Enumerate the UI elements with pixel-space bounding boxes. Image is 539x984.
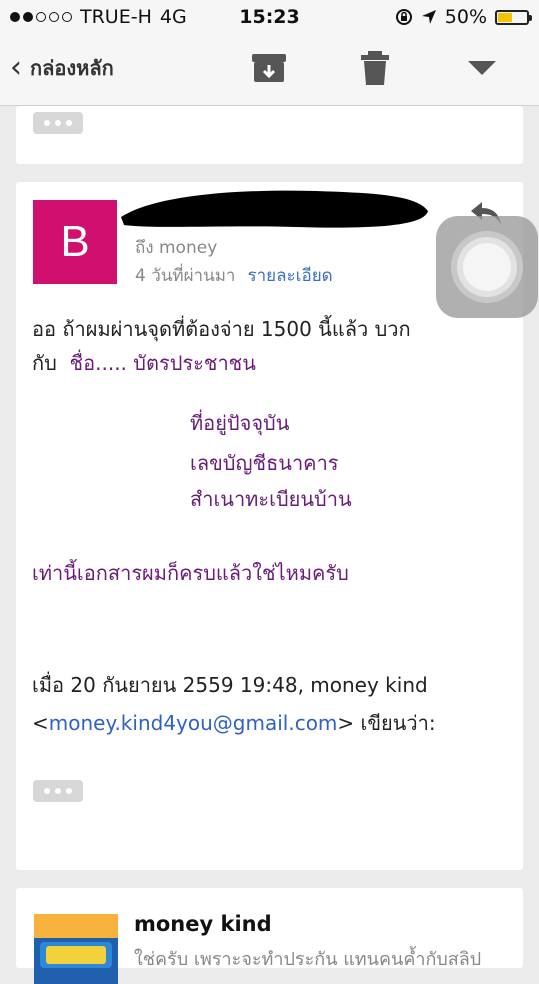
chevron-left-icon: ‹	[10, 50, 22, 85]
battery-percent: 50%	[444, 6, 487, 28]
message-closing: เท่านี้เอกสารผมก็ครบแล้วใช่ไหมครับ	[32, 561, 349, 585]
nav-bar: ‹ กล่องหลัก	[0, 34, 539, 106]
back-label: กล่องหลัก	[30, 56, 114, 80]
avatar: B	[33, 200, 117, 284]
message-date: 4 วันที่ผ่านมา	[135, 266, 236, 286]
document-list-item: เลขบัญชีธนาคาร	[190, 451, 339, 475]
redacted-sender-name	[121, 190, 428, 228]
battery-icon	[495, 9, 532, 25]
location-arrow-icon	[421, 10, 436, 24]
quote-header: เมื่อ 20 กันยายน 2559 19:48, money kind	[32, 673, 428, 697]
message-body-line-1: ออ ถ้าผมผ่านจุดที่ต้องจ่าย 1500 นี้แล้ว …	[32, 317, 411, 341]
show-trimmed-content-button[interactable]	[33, 112, 83, 134]
recipient-line: ถึง money	[135, 238, 218, 258]
rotation-lock-icon	[395, 9, 412, 25]
email-open-bracket: <	[32, 711, 49, 735]
next-message-card[interactable]: money kind ใช่ครับ เพราะจะทำประกัน แทนคน…	[16, 888, 523, 984]
quote-email-line: <money.kind4you@gmail.com> เขียนว่า:	[32, 706, 436, 740]
document-list-item: สำเนาทะเบียนบ้าน	[190, 487, 352, 511]
sender-thumbnail-image	[34, 914, 118, 984]
body-highlight: ชื่อ..... บัตรประชาชน	[69, 351, 256, 375]
trash-icon[interactable]	[355, 48, 395, 88]
email-suffix: > เขียนว่า:	[337, 711, 436, 735]
details-link[interactable]: รายละเอียด	[247, 262, 332, 289]
next-message-snippet: ใช่ครับ เพราะจะทำประกัน แทนคนค้ำกับสลิป	[134, 949, 482, 970]
back-button[interactable]: ‹ กล่องหลัก	[10, 52, 114, 84]
assistive-touch-button[interactable]	[436, 216, 538, 318]
message-body-line-2: กับ ชื่อ..... บัตรประชาชน	[32, 346, 256, 380]
document-list-item: ที่อยู่ปัจจุบัน	[190, 411, 290, 435]
show-quoted-text-button[interactable]	[33, 780, 83, 802]
status-right: 50%	[395, 6, 532, 28]
archive-icon[interactable]	[249, 48, 289, 88]
dropdown-icon[interactable]	[462, 48, 502, 88]
next-sender-name: money kind	[134, 912, 272, 936]
body-prefix: กับ	[32, 351, 57, 375]
quoted-email-link[interactable]: money.kind4you@gmail.com	[49, 711, 338, 735]
previous-message-card	[16, 106, 523, 164]
status-bar: TRUE-H 4G 15:23 50%	[0, 0, 539, 34]
message-meta: 4 วันที่ผ่านมา รายละเอียด	[135, 262, 333, 289]
